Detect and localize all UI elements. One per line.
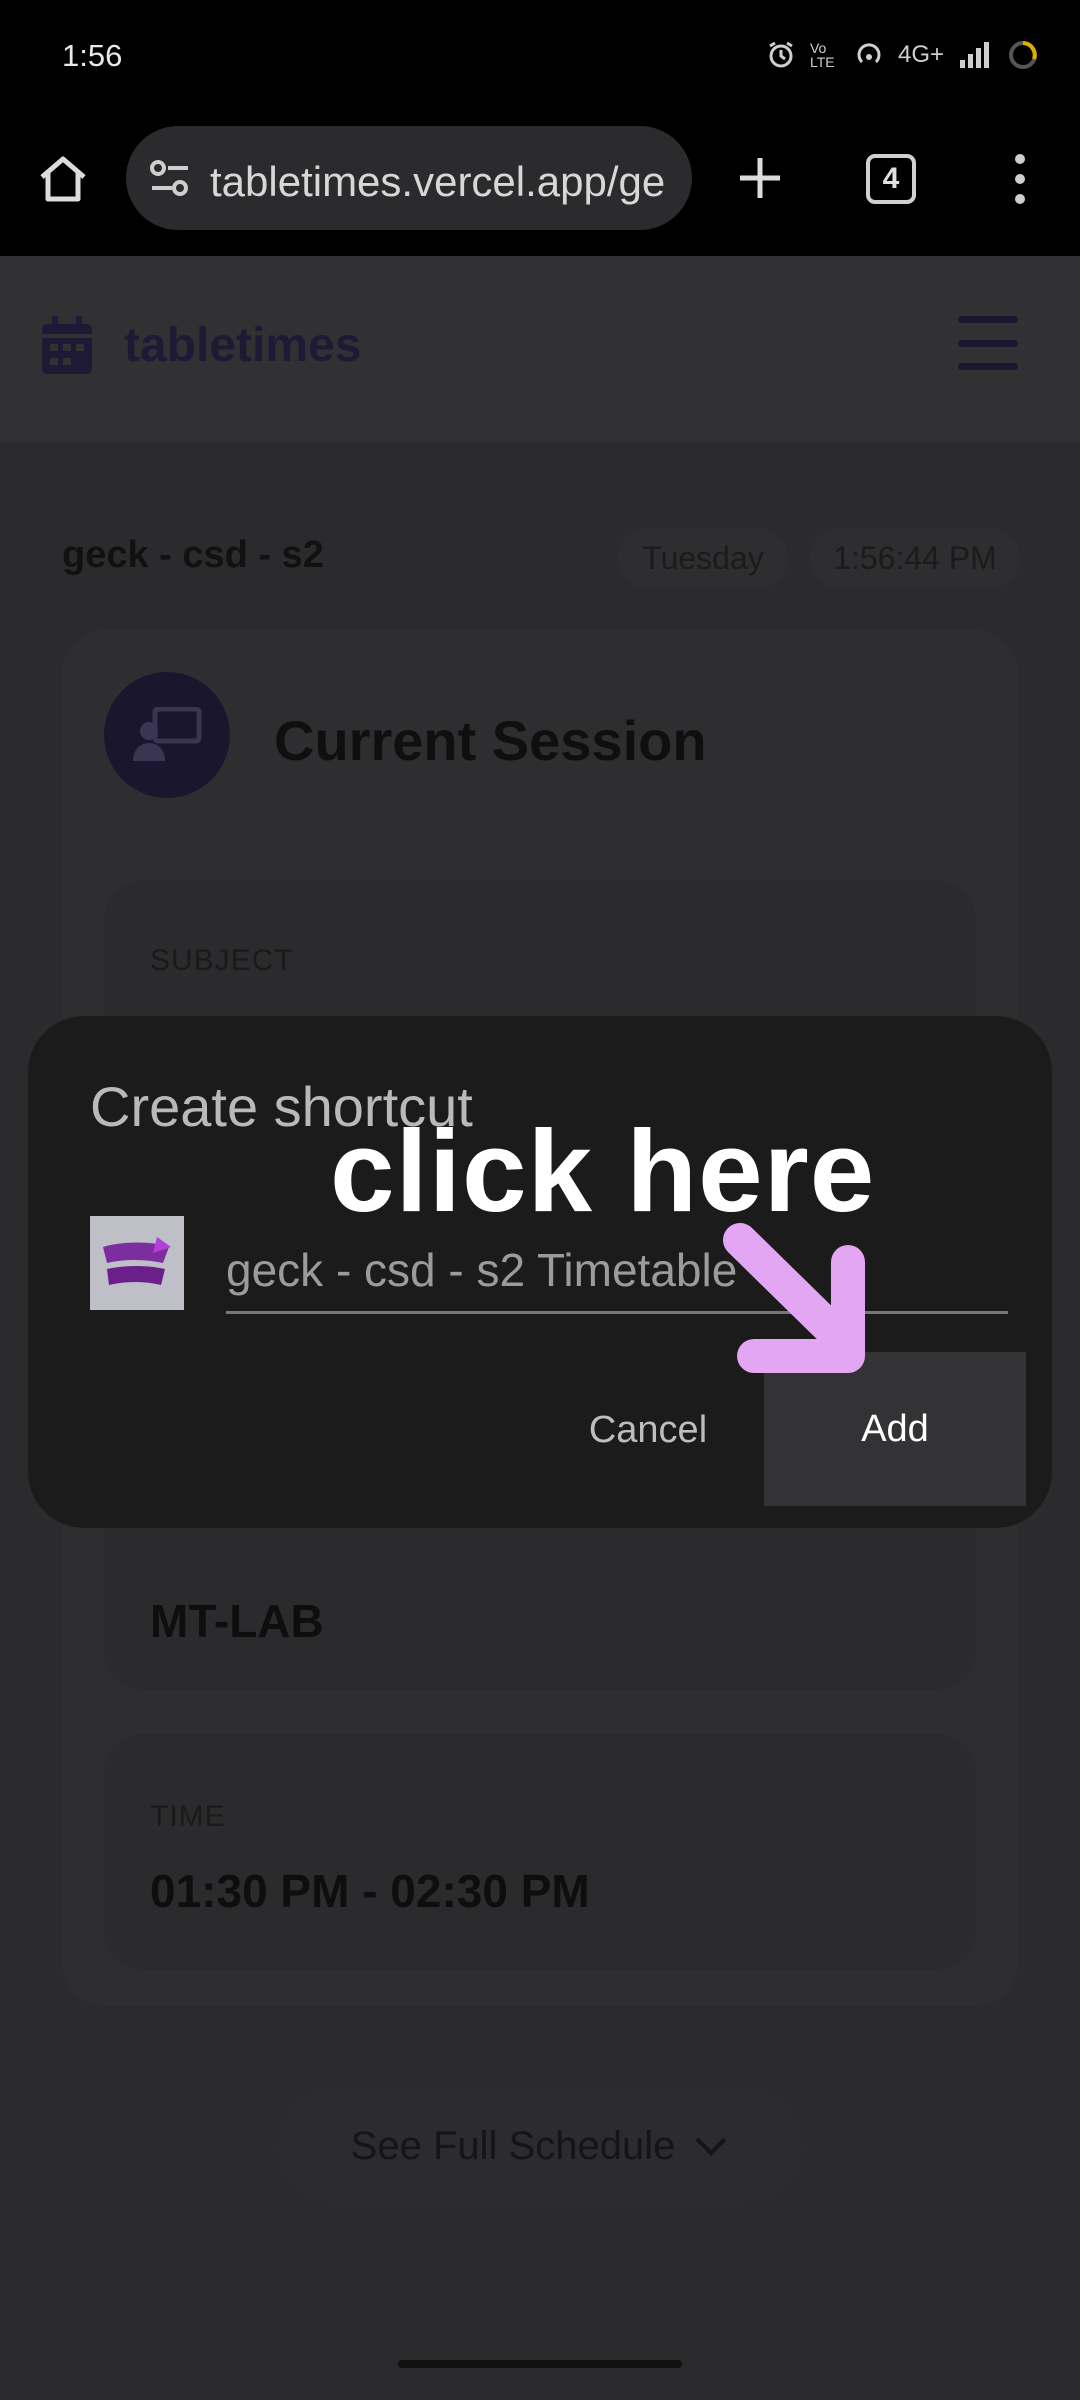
signal-icon [958,40,992,70]
network-label: 4G+ [897,41,944,68]
new-tab-button[interactable] [728,146,792,210]
pointer-arrow-icon [723,1223,865,1373]
app-header: tabletimes [0,256,1080,442]
menu-dot [1015,154,1025,164]
alarm-icon [766,40,796,70]
status-icons: Vo LTE 4G+ [766,38,1040,72]
plus-icon [740,158,780,198]
battery-ring-icon [1006,38,1040,72]
time-value: 01:30 PM - 02:30 PM [150,1865,590,1917]
address-bar[interactable]: tabletimes.vercel.app/ge [126,126,692,230]
browser-menu-button[interactable] [1000,146,1040,212]
calendar-icon [40,316,94,381]
shortcut-app-icon [90,1216,184,1310]
create-shortcut-dialog: Create shortcut Cancel Add [28,1016,1052,1528]
subject-label: SUBJECT [150,944,294,977]
session-avatar [104,672,230,798]
hamburger-line [958,316,1018,323]
status-bar: 1:56 Vo LTE 4G+ [0,0,1080,120]
timetable-title: geck - csd - s2 [62,534,324,576]
menu-dot [1015,174,1025,184]
see-full-schedule-button[interactable]: See Full Schedule [278,2090,802,2202]
gesture-navigation-bar [0,2332,1080,2400]
presentation-icon [133,707,202,761]
room-value: MT-LAB [150,1595,324,1647]
home-icon [40,156,86,202]
browser-toolbar: tabletimes.vercel.app/ge 4 [0,120,1080,256]
schedule-button-label: See Full Schedule [350,2123,676,2168]
click-here-annotation: click here [330,1106,876,1236]
shortcut-name-input[interactable] [226,1228,1008,1314]
site-settings-icon[interactable] [148,158,192,203]
hamburger-line [958,363,1018,370]
brand-logo-text[interactable]: tabletimes [124,318,361,373]
session-heading: Current Session [274,709,707,772]
hamburger-line [958,339,1018,347]
chevron-down-icon [695,2137,727,2156]
time-field: TIME 01:30 PM - 02:30 PM [104,1734,976,1970]
clock-badge: 1:56:44 PM [810,528,1020,588]
cancel-button[interactable]: Cancel [548,1390,748,1470]
volte-label: Vo LTE [809,40,835,70]
status-time: 1:56 [62,38,123,73]
url-text[interactable]: tabletimes.vercel.app/ge [210,158,665,206]
day-badge: Tuesday [618,528,788,588]
time-label: TIME [150,1800,226,1833]
menu-dot [1015,194,1025,204]
tab-switcher-button[interactable]: 4 [866,154,916,204]
hotspot-icon [854,40,884,70]
gesture-handle[interactable] [398,2360,682,2368]
home-button[interactable] [30,146,96,212]
hamburger-menu-button[interactable] [958,316,1018,370]
